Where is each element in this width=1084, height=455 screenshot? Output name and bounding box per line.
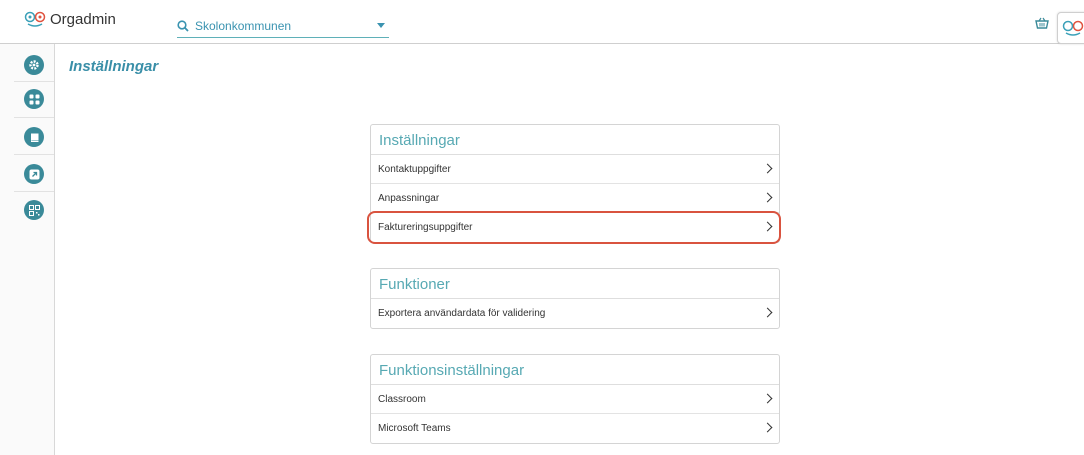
sidebar-item-dashboard[interactable] bbox=[24, 89, 44, 109]
chevron-right-icon bbox=[762, 163, 773, 174]
chevron-right-icon bbox=[762, 192, 773, 203]
orgadmin-logo-icon bbox=[24, 11, 46, 27]
settings-row-contact[interactable]: Kontaktuppgifter bbox=[371, 155, 779, 184]
user-avatar-icon bbox=[1062, 20, 1084, 36]
function-settings-row-teams[interactable]: Microsoft Teams bbox=[371, 414, 779, 443]
card-title: Funktionsinställningar bbox=[371, 355, 779, 385]
organization-search-select[interactable]: Skolonkommunen bbox=[177, 14, 389, 38]
row-label: Kontaktuppgifter bbox=[378, 164, 451, 175]
sidebar-item-catalog[interactable] bbox=[24, 127, 44, 147]
row-label: Microsoft Teams bbox=[378, 423, 451, 434]
user-avatar-button[interactable] bbox=[1057, 12, 1084, 44]
chevron-right-icon bbox=[762, 393, 773, 404]
search-value: Skolonkommunen bbox=[195, 18, 292, 33]
sidebar-divider bbox=[14, 191, 54, 192]
sidebar-divider bbox=[14, 81, 54, 82]
row-label: Classroom bbox=[378, 394, 426, 405]
function-settings-card: Funktionsinställningar Classroom Microso… bbox=[370, 354, 780, 444]
row-label: Anpassningar bbox=[378, 193, 440, 204]
card-title: Inställningar bbox=[371, 125, 779, 155]
basket-icon[interactable] bbox=[1035, 17, 1049, 29]
sidebar-divider bbox=[14, 154, 54, 155]
book-icon bbox=[30, 133, 38, 142]
chevron-down-icon[interactable] bbox=[377, 23, 385, 28]
app-name: Orgadmin bbox=[50, 10, 116, 28]
highlight-box bbox=[367, 211, 781, 244]
sidebar-item-qr[interactable] bbox=[24, 200, 44, 220]
sidebar-item-settings[interactable] bbox=[24, 55, 44, 75]
app-logo[interactable]: Orgadmin bbox=[24, 10, 116, 28]
top-bar: Orgadmin Skolonkommunen bbox=[0, 0, 1084, 44]
sidebar-divider bbox=[14, 117, 54, 118]
row-label: Exportera användardata för validering bbox=[378, 308, 546, 319]
qr-code-icon bbox=[28, 204, 40, 216]
functions-row-export[interactable]: Exportera användardata för validering bbox=[371, 299, 779, 328]
chevron-right-icon bbox=[762, 307, 773, 318]
sidebar-item-external[interactable] bbox=[24, 164, 44, 184]
external-link-icon bbox=[29, 169, 39, 179]
sidebar bbox=[0, 44, 55, 455]
page-title: Inställningar bbox=[69, 58, 159, 75]
functions-card: Funktioner Exportera användardata för va… bbox=[370, 268, 780, 329]
chevron-right-icon bbox=[762, 422, 773, 433]
gear-icon bbox=[29, 60, 39, 70]
settings-row-customizations[interactable]: Anpassningar bbox=[371, 184, 779, 213]
function-settings-row-classroom[interactable]: Classroom bbox=[371, 385, 779, 414]
search-icon bbox=[177, 19, 189, 32]
card-title: Funktioner bbox=[371, 269, 779, 299]
grid-icon bbox=[29, 94, 39, 104]
